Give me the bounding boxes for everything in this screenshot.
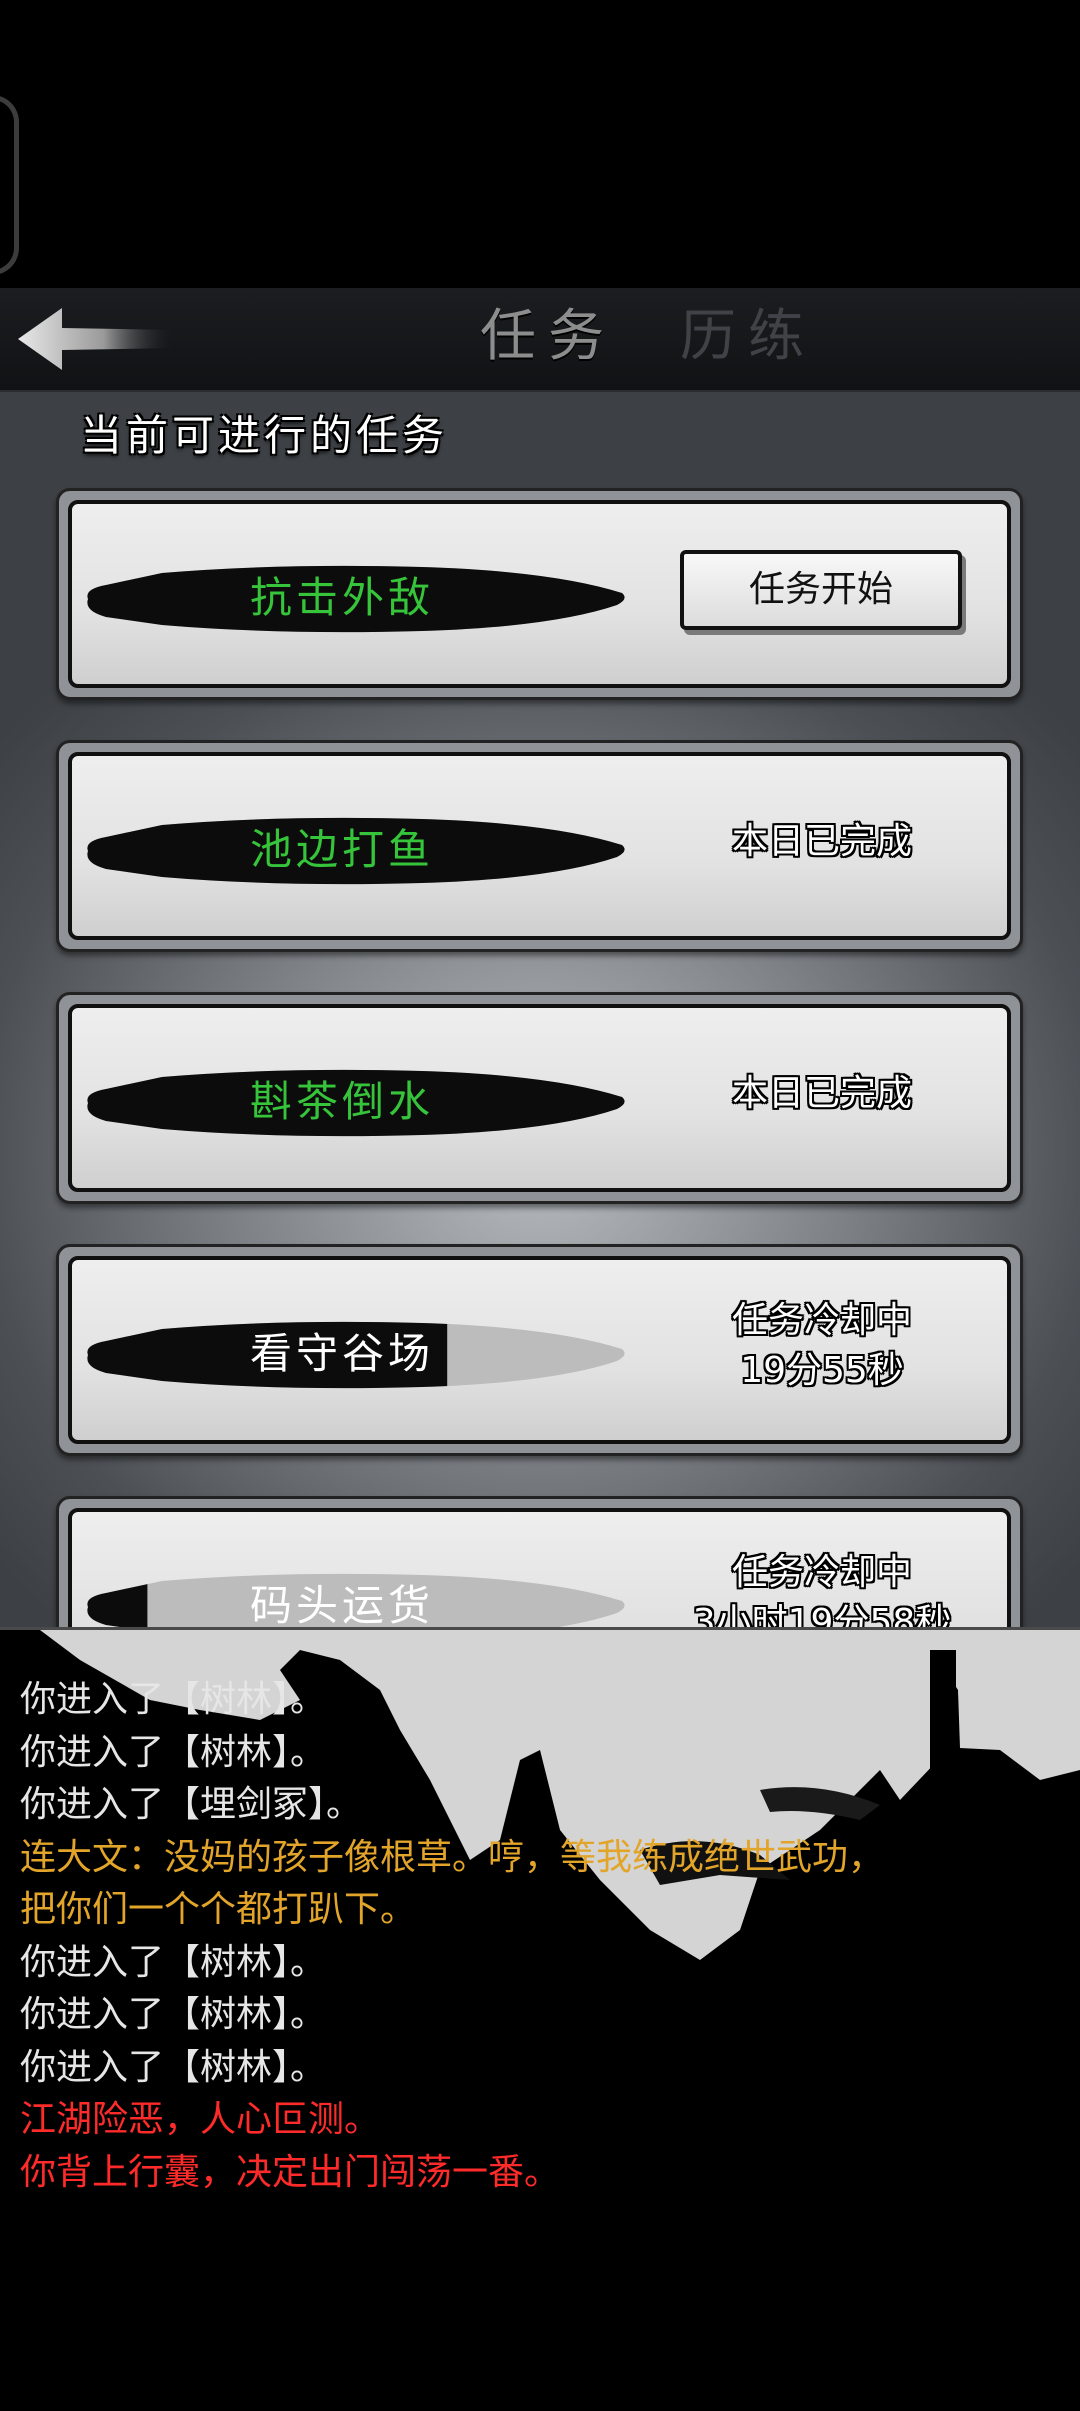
back-button[interactable] (16, 304, 176, 374)
task-card: 池边打鱼 本日已完成 (56, 740, 1023, 952)
task-status: 任务冷却中 (731, 1300, 912, 1341)
task-cooldown-timer: 3小时19分58秒 (692, 1602, 952, 1627)
task-panel: 当前可进行的任务 抗击外敌 任务开始 池边打鱼 本日已完成 斟茶倒水 本日已完成… (0, 392, 1080, 1627)
log-line: 连大文：没妈的孩子像根草。哼，等我练成绝世武功， (20, 1836, 885, 1878)
tab-tasks[interactable]: 任务 (480, 296, 616, 378)
task-start-button[interactable]: 任务开始 (680, 550, 962, 630)
log-line: 你背上行囊，决定出门闯荡一番。 (20, 2151, 561, 2193)
header-bar: 任务 历练 (0, 288, 1080, 393)
task-status: 本日已完成 (731, 821, 912, 862)
task-card: 看守谷场 任务冷却中 19分55秒 (56, 1244, 1023, 1456)
task-name: 码头运货 (249, 1581, 434, 1627)
tab-training[interactable]: 历练 (680, 296, 816, 378)
log-line: 你进入了【树林】。 (20, 1994, 327, 2035)
log-line: 你进入了【树林】。 (20, 1941, 327, 1983)
task-name: 看守谷场 (249, 1329, 434, 1378)
back-arrow-icon (18, 308, 174, 370)
task-name: 池边打鱼 (249, 825, 434, 874)
log-line: 江湖险恶，人心叵测。 (20, 2099, 381, 2140)
task-cooldown-timer: 19分55秒 (740, 1350, 904, 1391)
log-lines: 你进入了【树林】。 你进入了【树林】。 你进入了【埋剑冢】。 连大文：没妈的孩子… (20, 1674, 1070, 2199)
task-status: 任务冷却中 (731, 1552, 912, 1593)
log-line: 你进入了【埋剑冢】。 (20, 1784, 363, 1825)
task-name: 抗击外敌 (249, 573, 434, 622)
task-card: 斟茶倒水 本日已完成 (56, 992, 1023, 1204)
left-edge-frame (0, 95, 19, 275)
log-line: 你进入了【树林】。 (20, 1679, 327, 1720)
section-title: 当前可进行的任务 (80, 411, 449, 460)
log-line: 你进入了【树林】。 (20, 1731, 327, 1773)
log-line: 你进入了【树林】。 (20, 2046, 327, 2088)
task-name: 斟茶倒水 (249, 1077, 434, 1126)
task-card: 码头运货 任务冷却中 3小时19分58秒 (56, 1496, 1023, 1627)
log-line: 把你们一个个都打趴下。 (20, 1889, 417, 1930)
message-log[interactable]: 你进入了【树林】。 你进入了【树林】。 你进入了【埋剑冢】。 连大文：没妈的孩子… (0, 1627, 1080, 2411)
top-black-bar (0, 0, 1080, 288)
task-status: 本日已完成 (731, 1073, 912, 1114)
task-card: 抗击外敌 任务开始 (56, 488, 1023, 700)
